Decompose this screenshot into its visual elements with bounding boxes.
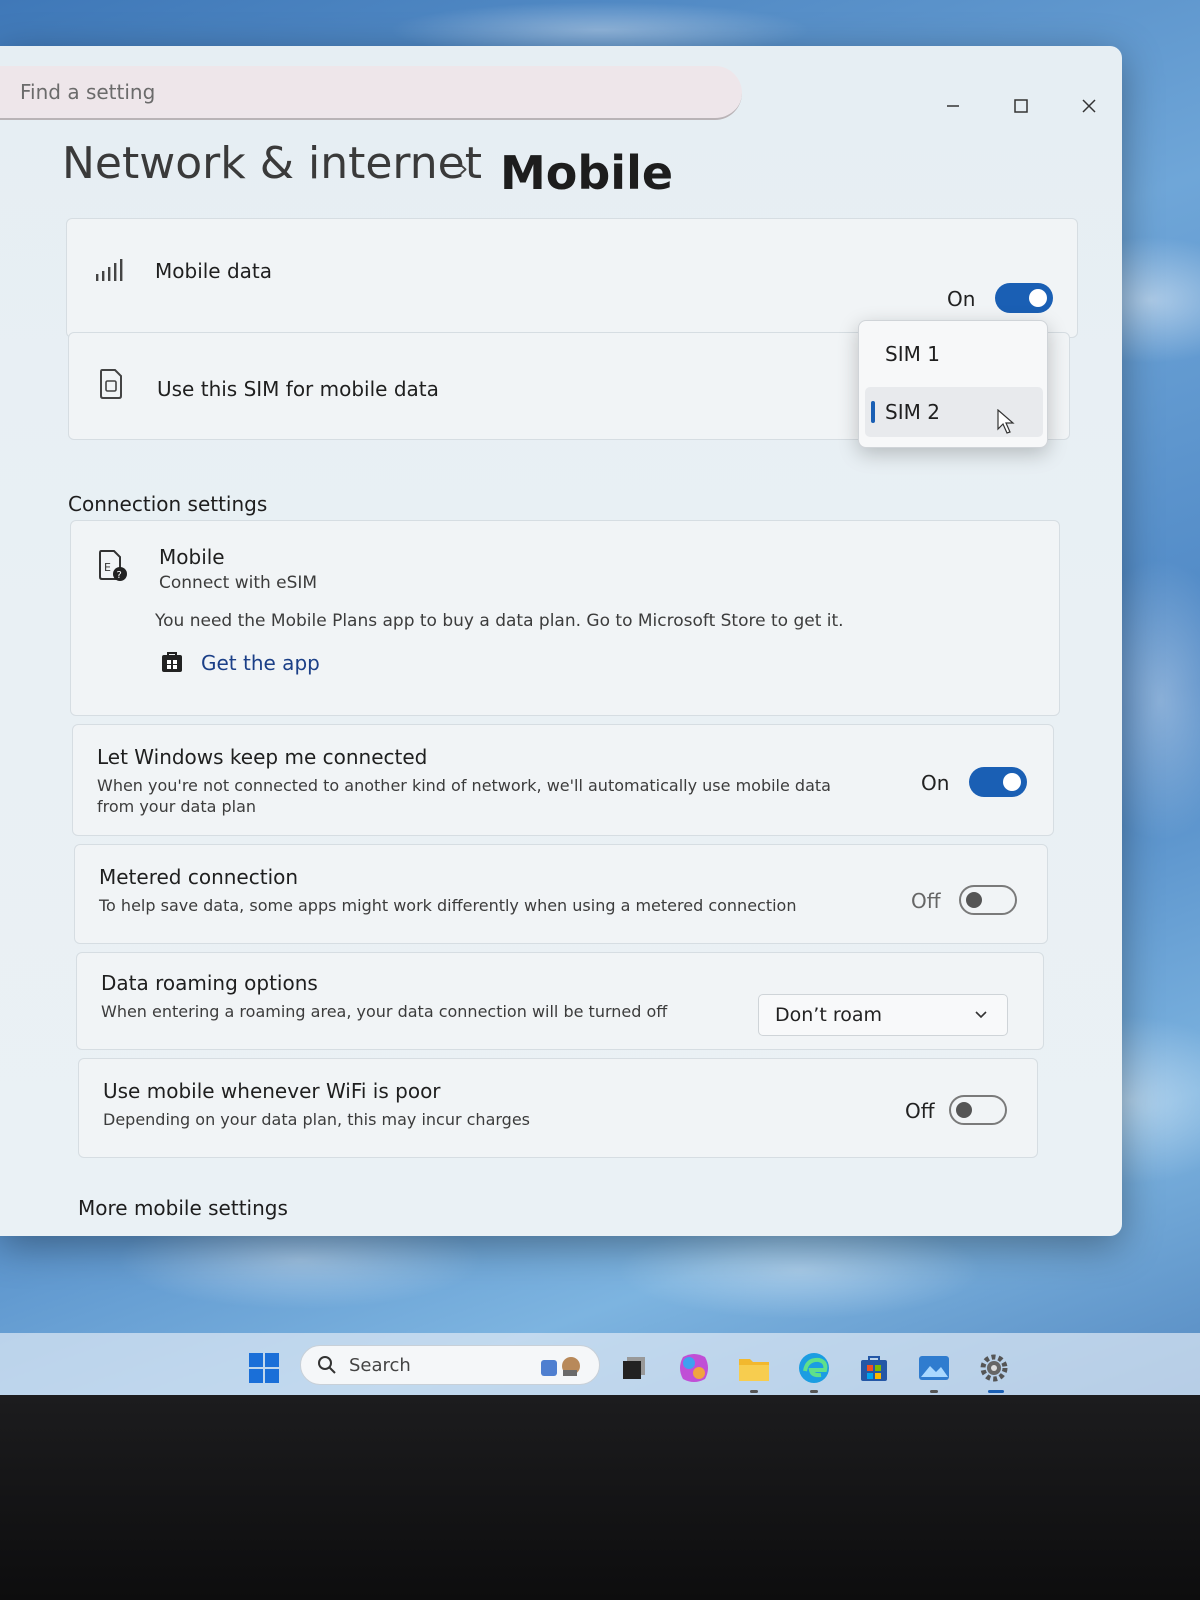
roaming-dropdown[interactable]: Don’t roam [758,994,1008,1036]
keep-connected-state: On [921,771,950,795]
roaming-selected-value: Don’t roam [775,1004,882,1026]
sim-select-label: Use this SIM for mobile data [157,377,439,401]
running-indicator [930,1390,938,1393]
wifi-poor-title: Use mobile whenever WiFi is poor [103,1079,441,1103]
maximize-icon [1014,99,1028,113]
wifi-poor-toggle[interactable] [949,1095,1007,1125]
sim-select-flyout: SIM 1 SIM 2 [858,320,1048,448]
sim-card-icon [97,367,125,401]
metered-desc: To help save data, some apps might work … [99,896,797,915]
svg-text:E: E [104,561,111,574]
search-highlight-icon [537,1352,587,1385]
roaming-desc: When entering a roaming area, your data … [101,1002,668,1021]
keep-connected-title: Let Windows keep me connected [97,745,428,769]
monitor-bezel [0,1395,1200,1600]
running-indicator [810,1390,818,1393]
wifi-poor-card: Use mobile whenever WiFi is poor Dependi… [78,1058,1038,1158]
file-explorer-icon[interactable] [736,1350,772,1386]
taskbar-search[interactable]: Search [300,1345,600,1385]
close-button[interactable] [1066,86,1112,126]
esim-icon: E ? [97,549,129,583]
sim-option-2[interactable]: SIM 2 [865,387,1043,437]
metered-toggle[interactable] [959,885,1017,915]
metered-connection-card: Metered connection To help save data, so… [74,844,1048,944]
settings-window: Find a setting Network & internet › Mobi… [0,46,1122,1236]
microsoft-365-copilot-icon[interactable] [676,1350,712,1386]
settings-gear-icon[interactable] [976,1350,1012,1386]
minimize-icon [947,105,959,107]
signal-bars-icon [95,255,125,285]
maximize-button[interactable] [998,86,1044,126]
connection-settings-heading: Connection settings [68,492,268,516]
active-app-indicator [988,1390,1004,1393]
svg-text:?: ? [117,570,122,581]
get-the-app-link[interactable]: Get the app [201,651,320,675]
running-indicator [750,1390,758,1393]
mobile-data-label: Mobile data [155,259,273,283]
keep-connected-card: Let Windows keep me connected When you'r… [72,724,1054,836]
task-view-icon[interactable] [616,1350,652,1386]
edge-browser-icon[interactable] [796,1350,832,1386]
microsoft-store-taskbar-icon[interactable] [856,1350,892,1386]
close-icon [1082,99,1096,113]
taskbar-search-label: Search [349,1354,411,1376]
breadcrumb-network-internet[interactable]: Network & internet [62,138,482,189]
taskbar [0,1333,1200,1395]
metered-state: Off [911,889,941,913]
keep-connected-desc: When you're not connected to another kin… [97,776,831,816]
esim-subtitle: Connect with eSIM [159,573,318,593]
photos-icon[interactable] [916,1350,952,1386]
more-mobile-settings-heading: More mobile settings [78,1196,288,1220]
esim-title: Mobile [159,545,225,569]
find-setting-search[interactable]: Find a setting [0,66,742,120]
sim-option-1[interactable]: SIM 1 [865,329,1043,379]
chevron-down-icon [973,1005,989,1027]
esim-card: E ? Mobile Connect with eSIM You need th… [70,520,1060,716]
keep-connected-toggle[interactable] [969,767,1027,797]
page-title: Mobile [500,146,674,200]
mouse-cursor-icon [997,408,1015,439]
microsoft-store-icon [159,649,185,675]
minimize-button[interactable] [930,86,976,126]
search-icon [317,1355,337,1380]
mobile-data-toggle[interactable] [995,283,1053,313]
wifi-poor-desc: Depending on your data plan, this may in… [103,1110,530,1129]
mobile-data-state: On [947,287,976,311]
esim-note: You need the Mobile Plans app to buy a d… [155,611,844,631]
search-placeholder: Find a setting [20,80,156,104]
breadcrumb-separator: › [458,154,469,184]
metered-title: Metered connection [99,865,299,889]
roaming-title: Data roaming options [101,971,318,995]
wifi-poor-state: Off [905,1099,935,1123]
windows-start-icon[interactable] [246,1350,282,1386]
